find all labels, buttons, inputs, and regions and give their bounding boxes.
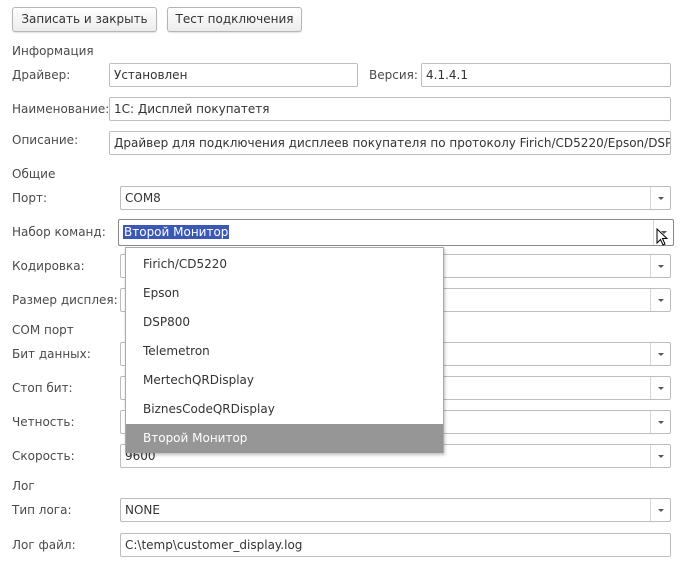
dropdown-option[interactable]: Telemetron — [126, 337, 443, 366]
description-field[interactable]: Драйвер для подключения дисплеев покупат… — [109, 131, 671, 155]
parity-label: Четность: — [12, 415, 75, 429]
chevron-down-icon — [658, 265, 664, 268]
data-bits-dropdown-button[interactable] — [650, 343, 670, 365]
display-size-label: Размер дисплея: — [12, 293, 118, 307]
port-dropdown-button[interactable] — [650, 187, 670, 209]
dropdown-option[interactable]: Epson — [126, 279, 443, 308]
command-set-value: Второй Монитор — [123, 225, 230, 239]
chevron-down-icon — [658, 299, 664, 302]
dropdown-option[interactable]: MertechQRDisplay — [126, 366, 443, 395]
dropdown-option-selected[interactable]: Второй Монитор — [126, 424, 443, 453]
section-general-title: Общие — [12, 167, 56, 181]
stop-bits-dropdown-button[interactable] — [650, 377, 670, 399]
name-label: Наименование: — [12, 102, 110, 116]
driver-label: Драйвер: — [12, 68, 71, 82]
log-type-label: Тип лога: — [12, 503, 72, 517]
display-size-dropdown-button[interactable] — [650, 289, 670, 311]
speed-dropdown-button[interactable] — [650, 445, 670, 467]
section-log-title: Лог — [12, 479, 35, 493]
description-label: Описание: — [12, 133, 79, 147]
speed-label: Скорость: — [12, 449, 75, 463]
command-set-combo[interactable]: Второй Монитор — [118, 219, 674, 246]
chevron-down-icon — [658, 509, 664, 512]
section-com-title: COM порт — [12, 323, 74, 337]
name-field[interactable]: 1С: Дисплей покупатетя — [109, 97, 671, 121]
log-type-value: NONE — [125, 503, 160, 517]
dropdown-option[interactable]: DSP800 — [126, 308, 443, 337]
encoding-label: Кодировка: — [12, 259, 85, 273]
section-info-title: Информация — [12, 44, 94, 58]
dropdown-option[interactable]: Firich/CD5220 — [126, 248, 443, 279]
data-bits-label: Бит данных: — [12, 347, 91, 361]
chevron-down-icon — [658, 387, 664, 390]
port-combo[interactable]: COM8 — [120, 186, 671, 210]
command-set-label: Набор команд: — [12, 225, 106, 239]
save-and-close-button[interactable]: Записать и закрыть — [12, 7, 157, 32]
log-type-combo[interactable]: NONE — [120, 498, 671, 522]
stop-bits-label: Стоп бит: — [12, 381, 73, 395]
chevron-down-icon — [658, 421, 664, 424]
log-type-dropdown-button[interactable] — [650, 499, 670, 521]
dropdown-option[interactable]: BiznesCodeQRDisplay — [126, 395, 443, 424]
driver-field[interactable]: Установлен — [109, 63, 358, 87]
test-connection-button[interactable]: Тест подключения — [167, 7, 302, 32]
port-label: Порт: — [12, 191, 48, 205]
chevron-down-icon — [658, 197, 664, 200]
encoding-dropdown-button[interactable] — [650, 255, 670, 277]
version-label: Версия: — [369, 68, 418, 82]
port-value: COM8 — [125, 191, 161, 205]
parity-dropdown-button[interactable] — [650, 411, 670, 433]
mouse-pointer-icon — [656, 228, 669, 246]
chevron-down-icon — [658, 353, 664, 356]
log-file-label: Лог файл: — [12, 538, 76, 552]
chevron-down-icon — [658, 455, 664, 458]
command-set-dropdown-list: Firich/CD5220 Epson DSP800 Telemetron Me… — [125, 247, 444, 453]
version-field[interactable]: 4.1.4.1 — [421, 63, 671, 87]
log-file-field[interactable]: C:\temp\customer_display.log — [120, 533, 671, 557]
